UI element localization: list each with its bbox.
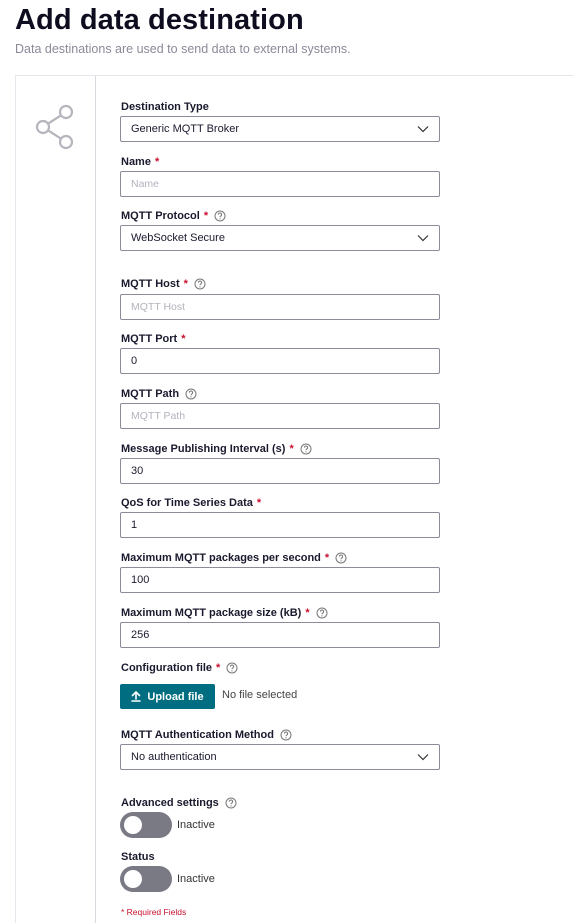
configuration-file-label: Configuration file *: [121, 662, 238, 674]
mqtt-port-value: 0: [131, 355, 138, 367]
required-fields-note: * Required Fields: [121, 907, 187, 917]
help-circle-icon[interactable]: [335, 552, 347, 564]
name-placeholder: Name: [131, 178, 160, 190]
help-circle-icon[interactable]: [194, 278, 206, 290]
qos-input[interactable]: 1: [120, 512, 440, 538]
chevron-down-icon: [417, 235, 429, 242]
auth-method-select[interactable]: No authentication: [120, 744, 440, 770]
required-marker: *: [324, 552, 330, 564]
page-title: Add data destination: [15, 4, 304, 36]
advanced-settings-label: Advanced settings: [121, 797, 237, 809]
help-circle-icon[interactable]: [280, 729, 292, 741]
chevron-down-icon: [417, 126, 429, 133]
toggle-knob: [124, 816, 142, 834]
help-circle-icon[interactable]: [226, 662, 238, 674]
mqtt-protocol-value: WebSocket Secure: [131, 232, 225, 244]
help-circle-icon[interactable]: [185, 388, 197, 400]
auth-method-label: MQTT Authentication Method: [121, 729, 292, 741]
mqtt-path-placeholder: MQTT Path: [131, 410, 186, 422]
name-input[interactable]: Name: [120, 171, 440, 197]
help-circle-icon[interactable]: [214, 210, 226, 222]
max-packages-per-second-input[interactable]: 100: [120, 567, 440, 593]
help-circle-icon[interactable]: [300, 443, 312, 455]
mqtt-path-input[interactable]: MQTT Path: [120, 403, 440, 429]
status-toggle[interactable]: [120, 866, 172, 892]
mqtt-port-input[interactable]: 0: [120, 348, 440, 374]
required-marker: *: [181, 333, 186, 345]
mqtt-host-input[interactable]: MQTT Host: [120, 294, 440, 320]
destination-form-card: [15, 75, 574, 923]
max-package-size-value: 256: [131, 629, 150, 641]
name-label: Name *: [121, 156, 160, 168]
toggle-knob: [124, 870, 142, 888]
share-icon: [35, 104, 74, 150]
max-package-size-label: Maximum MQTT package size (kB) *: [121, 607, 328, 619]
mqtt-protocol-select[interactable]: WebSocket Secure: [120, 225, 440, 251]
status-label: Status: [121, 851, 155, 863]
required-marker: *: [183, 278, 188, 290]
max-package-size-input[interactable]: 256: [120, 622, 440, 648]
publishing-interval-value: 30: [131, 465, 144, 477]
destination-type-value: Generic MQTT Broker: [131, 123, 239, 135]
file-status-text: No file selected: [222, 689, 298, 701]
qos-label: QoS for Time Series Data *: [121, 497, 262, 509]
qos-value: 1: [131, 519, 138, 531]
mqtt-path-label: MQTT Path: [121, 388, 197, 400]
destination-type-select[interactable]: Generic MQTT Broker: [120, 116, 440, 142]
upload-file-label: Upload file: [147, 690, 204, 703]
required-marker: *: [203, 210, 209, 222]
destination-type-label: Destination Type: [121, 101, 209, 113]
required-marker: *: [154, 156, 160, 168]
help-circle-icon[interactable]: [225, 797, 237, 809]
mqtt-host-label: MQTT Host *: [121, 278, 206, 290]
chevron-down-icon: [417, 754, 429, 761]
page-subtitle: Data destinations are used to send data …: [15, 42, 351, 56]
advanced-settings-state: Inactive: [177, 819, 215, 831]
mqtt-host-placeholder: MQTT Host: [131, 301, 186, 313]
required-marker: *: [216, 662, 221, 674]
card-icon-panel: [16, 76, 96, 923]
required-marker: *: [256, 497, 262, 509]
upload-arrow-icon: [131, 691, 142, 702]
auth-method-value: No authentication: [131, 751, 217, 763]
mqtt-port-label: MQTT Port *: [121, 333, 186, 345]
help-circle-icon[interactable]: [316, 607, 328, 619]
publishing-interval-input[interactable]: 30: [120, 458, 440, 484]
required-marker: *: [305, 607, 310, 619]
mqtt-protocol-label: MQTT Protocol *: [121, 210, 226, 222]
upload-file-button[interactable]: Upload file: [120, 684, 215, 709]
advanced-settings-toggle[interactable]: [120, 812, 172, 838]
max-packages-per-second-label: Maximum MQTT packages per second *: [121, 552, 347, 564]
required-marker: *: [289, 443, 294, 455]
status-state: Inactive: [177, 873, 215, 885]
publishing-interval-label: Message Publishing Interval (s) *: [121, 443, 312, 455]
max-packages-per-second-value: 100: [131, 574, 150, 586]
